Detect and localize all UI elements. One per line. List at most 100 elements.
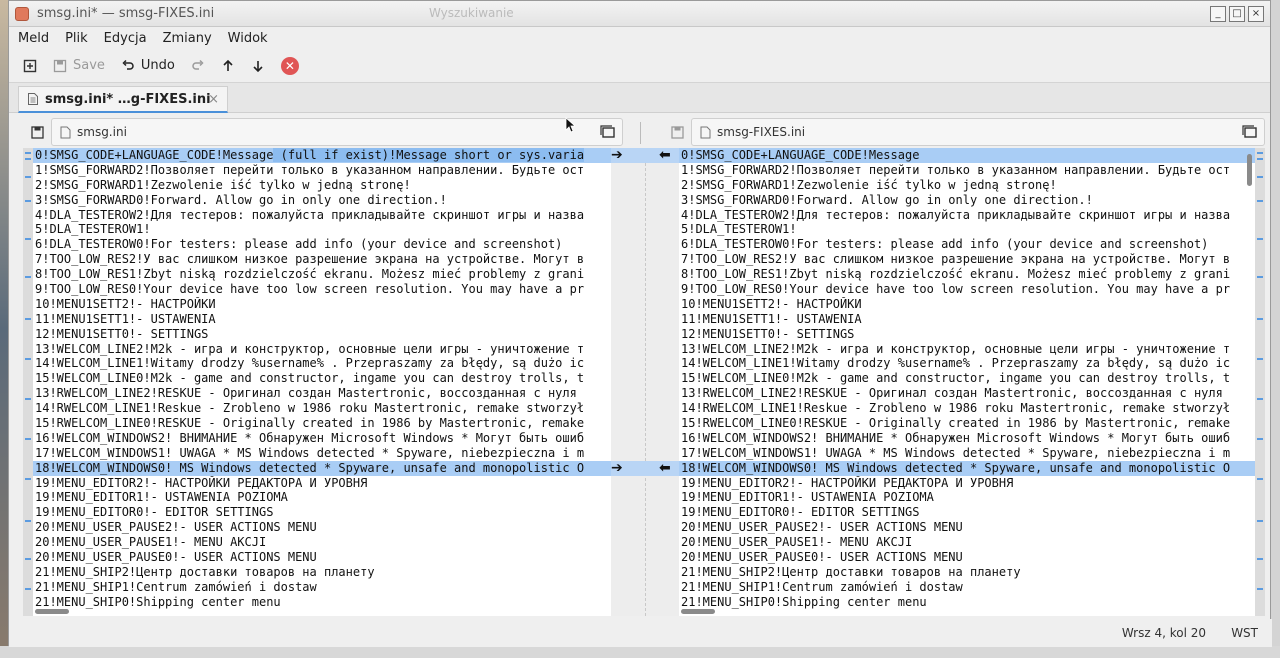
left-file-chooser[interactable]: smsg.ini [51, 118, 623, 146]
left-text-line[interactable]: 19!MENU_EDITOR1!- USTAWENIA POZIOMA [33, 490, 611, 505]
right-text-line[interactable]: 18!WELCOM_WINDOWS0! MS Windows detected … [679, 460, 1255, 476]
right-horizontal-scrollbar[interactable] [679, 608, 1255, 616]
left-text-line[interactable]: 21!MENU_SHIP2!Центр доставки товаров на … [33, 565, 611, 580]
right-text-line[interactable]: 4!DLA_TESTEROW2!Для тестеров: пожалуйста… [679, 208, 1255, 223]
right-file-chooser[interactable]: smsg-FIXES.ini [691, 118, 1265, 146]
left-save-icon[interactable] [23, 125, 51, 139]
right-text-line[interactable]: 8!TOO_LOW_RES1!Zbyt niską rozdzielczość … [679, 267, 1255, 282]
left-text-line[interactable]: 15!RWELCOM_LINE0!RESKUE - Originally cre… [33, 416, 611, 431]
right-text-line[interactable]: 9!TOO_LOW_RES0!Your device have too low … [679, 282, 1255, 297]
tab-close-icon[interactable]: × [208, 92, 219, 107]
left-text-line[interactable]: 20!MENU_USER_PAUSE0!- USER ACTIONS MENU [33, 550, 611, 565]
right-open-externally-icon[interactable] [1242, 125, 1258, 139]
left-text-line[interactable]: 11!MENU1SETT1!- USTAWENIA [33, 312, 611, 327]
previous-change-button[interactable] [221, 53, 235, 79]
push-left-arrow-icon[interactable]: ⬅ [659, 460, 671, 476]
right-text-line[interactable]: 20!MENU_USER_PAUSE1!- MENU AKCJI [679, 535, 1255, 550]
left-text-line[interactable]: 16!WELCOM_WINDOWS2! ВНИМАНИЕ * Обнаружен… [33, 431, 611, 446]
right-text-line[interactable]: 13!WELCOM_LINE2!M2k - игра и конструктор… [679, 342, 1255, 357]
tab-comparison[interactable]: smsg.ini* …g-FIXES.ini × [18, 86, 228, 113]
title-bar[interactable]: smsg.ini* — smsg-FIXES.ini Wyszukiwanie … [9, 1, 1270, 27]
right-hscroll-thumb[interactable] [681, 609, 715, 614]
maximize-button[interactable]: □ [1229, 6, 1245, 22]
menu-zmiany[interactable]: Zmiany [163, 31, 212, 46]
left-text-line[interactable]: 2!SMSG_FORWARD1!Zezwolenie iść tylko w j… [33, 178, 611, 193]
left-text-line[interactable]: 8!TOO_LOW_RES1!Zbyt niską rozdzielczość … [33, 267, 611, 282]
left-text-line[interactable]: 21!MENU_SHIP1!Centrum zamówień i dostaw [33, 580, 611, 595]
left-text-view[interactable]: 0!SMSG_CODE+LANGUAGE_CODE!Message (full … [33, 148, 611, 616]
right-text-view[interactable]: 0!SMSG_CODE+LANGUAGE_CODE!Message 1!SMSG_… [679, 148, 1255, 616]
next-change-button[interactable] [251, 53, 265, 79]
close-button[interactable]: × [1248, 6, 1264, 22]
right-text-line[interactable]: 19!MENU_EDITOR2!- НАСТРОЙКИ РЕДАКТОРА И … [679, 476, 1255, 491]
stop-button[interactable]: ✕ [280, 53, 299, 79]
right-text-line[interactable]: 20!MENU_USER_PAUSE2!- USER ACTIONS MENU [679, 520, 1255, 535]
push-right-arrow-icon[interactable]: ➔ [611, 148, 623, 163]
right-text-line[interactable]: 17!WELCOM_WINDOWS1! UWAGA * MS Windows d… [679, 446, 1255, 461]
left-text-line[interactable]: 0!SMSG_CODE+LANGUAGE_CODE!Message (full … [33, 148, 611, 163]
left-text-line[interactable]: 7!TOO_LOW_RES2!У вас слишком низкое разр… [33, 252, 611, 267]
right-text-line[interactable]: 2!SMSG_FORWARD1!Zezwolenie iść tylko w j… [679, 178, 1255, 193]
right-save-icon[interactable] [663, 125, 691, 139]
link-map[interactable]: ➔ ⬅ ➔ ⬅ [611, 148, 679, 616]
right-text-line[interactable]: 19!MENU_EDITOR1!- USTAWENIA POZIOMA [679, 490, 1255, 505]
push-right-arrow-icon[interactable]: ➔ [611, 460, 623, 476]
left-text-line[interactable]: 13!WELCOM_LINE2!M2k - игра и конструктор… [33, 342, 611, 357]
left-text-line[interactable]: 17!WELCOM_WINDOWS1! UWAGA * MS Windows d… [33, 446, 611, 461]
right-text-line[interactable]: 3!SMSG_FORWARD0!Forward. Allow go in onl… [679, 193, 1255, 208]
right-text-line[interactable]: 10!MENU1SETT2!- НАСТРОЙКИ [679, 297, 1255, 312]
left-open-externally-icon[interactable] [600, 125, 616, 139]
right-text-line[interactable]: 11!MENU1SETT1!- USTAWENIA [679, 312, 1255, 327]
right-text-line[interactable]: 5!DLA_TESTEROW1! [679, 222, 1255, 237]
push-left-arrow-icon[interactable]: ⬅ [659, 148, 671, 163]
right-text-line[interactable]: 0!SMSG_CODE+LANGUAGE_CODE!Message [679, 148, 1255, 163]
left-text-line[interactable]: 15!WELCOM_LINE0!M2k - game and construct… [33, 371, 611, 386]
left-text-line[interactable]: 4!DLA_TESTEROW2!Для тестеров: пожалуйста… [33, 208, 611, 223]
menu-edycja[interactable]: Edycja [104, 31, 147, 46]
insert-mode[interactable]: WST [1231, 626, 1258, 640]
right-text-line[interactable]: 19!MENU_EDITOR0!- EDITOR SETTINGS [679, 505, 1255, 520]
redo-button[interactable] [191, 53, 205, 79]
left-text-line[interactable]: 9!TOO_LOW_RES0!Your device have too low … [33, 282, 611, 297]
vertical-scroll-thumb[interactable] [1247, 154, 1252, 186]
left-text-line[interactable]: 18!WELCOM_WINDOWS0! MS Windows detected … [33, 460, 611, 476]
right-text-line[interactable]: 16!WELCOM_WINDOWS2! ВНИМАНИЕ * Обнаружен… [679, 431, 1255, 446]
right-text-line[interactable]: 6!DLA_TESTEROW0!For testers: please add … [679, 237, 1255, 252]
left-text-line[interactable]: 5!DLA_TESTEROW1! [33, 222, 611, 237]
right-text-line[interactable]: 21!MENU_SHIP1!Centrum zamówień i dostaw [679, 580, 1255, 595]
left-change-gutter[interactable] [23, 148, 33, 616]
right-text-line[interactable]: 1!SMSG_FORWARD2!Позволяет перейти только… [679, 163, 1255, 178]
left-text-line[interactable]: 6!DLA_TESTEROW0!For testers: please add … [33, 237, 611, 252]
right-text-line[interactable]: 20!MENU_USER_PAUSE0!- USER ACTIONS MENU [679, 550, 1255, 565]
right-text-line[interactable]: 21!MENU_SHIP2!Центр доставки товаров на … [679, 565, 1255, 580]
undo-button[interactable]: Undo [121, 53, 175, 79]
menu-meld[interactable]: Meld [18, 31, 49, 46]
left-text-line[interactable]: 3!SMSG_FORWARD0!Forward. Allow go in onl… [33, 193, 611, 208]
left-hscroll-thumb[interactable] [35, 609, 69, 614]
left-text-line[interactable]: 13!RWELCOM_LINE2!RESKUE - Оригинал созда… [33, 386, 611, 401]
left-text-line[interactable]: 10!MENU1SETT2!- НАСТРОЙКИ [33, 297, 611, 312]
left-text-line[interactable]: 20!MENU_USER_PAUSE1!- MENU AKCJI [33, 535, 611, 550]
right-text-line[interactable]: 13!RWELCOM_LINE2!RESKUE - Оригинал созда… [679, 386, 1255, 401]
left-text-line[interactable]: 19!MENU_EDITOR2!- НАСТРОЙКИ РЕДАКТОРА И … [33, 476, 611, 491]
minimize-button[interactable]: _ [1210, 6, 1226, 22]
right-text-line[interactable]: 14!WELCOM_LINE1!Witamy drodzy %username%… [679, 356, 1255, 371]
left-text-line[interactable]: 12!MENU1SETT0!- SETTINGS [33, 327, 611, 342]
right-text-line[interactable]: 15!WELCOM_LINE0!M2k - game and construct… [679, 371, 1255, 386]
left-text-line[interactable]: 14!RWELCOM_LINE1!Reskue - Zroblenо w 198… [33, 401, 611, 416]
save-button[interactable]: Save [53, 53, 105, 79]
left-text-line[interactable]: 1!SMSG_FORWARD2!Позволяет перейти только… [33, 163, 611, 178]
left-horizontal-scrollbar[interactable] [33, 608, 611, 616]
left-text-line[interactable]: 19!MENU_EDITOR0!- EDITOR SETTINGS [33, 505, 611, 520]
right-text-line[interactable]: 7!TOO_LOW_RES2!У вас слишком низкое разр… [679, 252, 1255, 267]
right-text-line[interactable]: 12!MENU1SETT0!- SETTINGS [679, 327, 1255, 342]
new-comparison-button[interactable] [23, 53, 37, 79]
right-change-gutter[interactable] [1255, 148, 1265, 616]
left-text-line[interactable]: 20!MENU_USER_PAUSE2!- USER ACTIONS MENU [33, 520, 611, 535]
right-text-line[interactable]: 15!RWELCOM_LINE0!RESKUE - Originally cre… [679, 416, 1255, 431]
left-text-line[interactable]: 14!WELCOM_LINE1!Witamy drodzy %username%… [33, 356, 611, 371]
right-text-line[interactable]: 14!RWELCOM_LINE1!Reskue - Zroblenо w 198… [679, 401, 1255, 416]
menu-plik[interactable]: Plik [65, 31, 88, 46]
vertical-scrollbar[interactable] [1245, 154, 1253, 614]
menu-widok[interactable]: Widok [228, 31, 268, 46]
